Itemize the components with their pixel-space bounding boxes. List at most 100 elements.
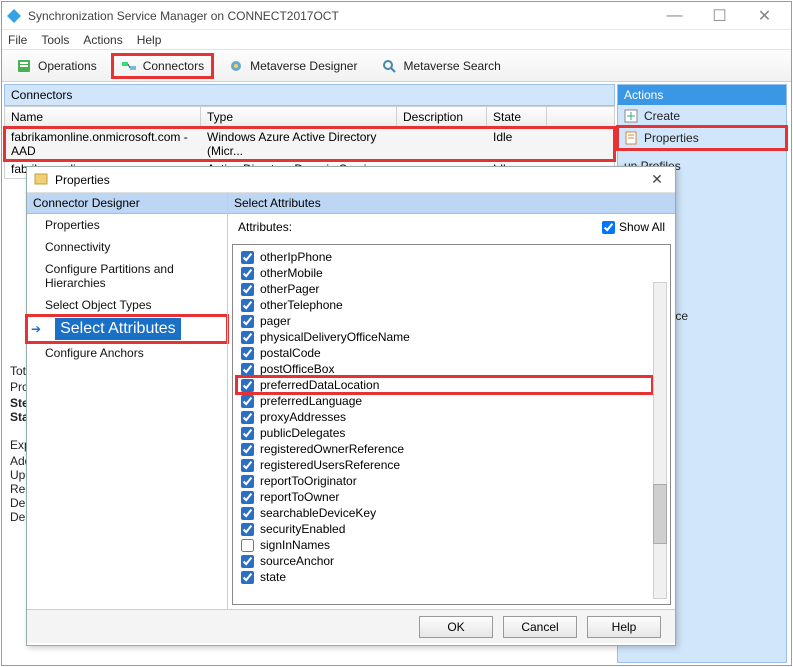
attribute-item[interactable]: registeredUsersReference: [237, 457, 652, 473]
attribute-label: proxyAddresses: [260, 410, 346, 424]
attribute-item[interactable]: proxyAddresses: [237, 409, 652, 425]
attribute-item[interactable]: preferredLanguage: [237, 393, 652, 409]
col-type[interactable]: Type: [201, 107, 397, 127]
attribute-label: postalCode: [260, 346, 321, 360]
designer-object-types[interactable]: Select Object Types: [27, 294, 227, 316]
attribute-checkbox[interactable]: [241, 571, 254, 584]
designer-connectivity[interactable]: Connectivity: [27, 236, 227, 258]
dialog-title: Properties: [55, 173, 645, 187]
attribute-checkbox[interactable]: [241, 539, 254, 552]
attribute-label: otherMobile: [260, 266, 323, 280]
menu-help[interactable]: Help: [137, 33, 162, 47]
operations-icon: [16, 58, 32, 74]
menu-tools[interactable]: Tools: [41, 33, 69, 47]
attribute-label: otherTelephone: [260, 298, 343, 312]
attribute-item[interactable]: reportToOriginator: [237, 473, 652, 489]
attribute-checkbox[interactable]: [241, 347, 254, 360]
attribute-checkbox[interactable]: [241, 395, 254, 408]
attribute-item[interactable]: postalCode: [237, 345, 652, 361]
connectors-button[interactable]: Connectors: [113, 55, 212, 77]
attribute-item[interactable]: signInNames: [237, 537, 652, 553]
properties-dialog: Properties ✕ Connector Designer Properti…: [26, 166, 676, 646]
attribute-checkbox[interactable]: [241, 299, 254, 312]
arrow-icon: ➔: [31, 322, 41, 336]
attribute-item[interactable]: reportToOwner: [237, 489, 652, 505]
attribute-checkbox[interactable]: [241, 283, 254, 296]
cancel-button[interactable]: Cancel: [503, 616, 577, 638]
col-desc[interactable]: Description: [397, 107, 487, 127]
scrollbar-track[interactable]: [653, 282, 667, 599]
connectors-icon: [121, 58, 137, 74]
metaverse-designer-button[interactable]: Metaverse Designer: [220, 55, 365, 77]
table-row[interactable]: fabrikamonline.onmicrosoft.com - AAD Win…: [5, 128, 614, 160]
attribute-checkbox[interactable]: [241, 251, 254, 264]
minimize-button[interactable]: —: [652, 4, 697, 28]
menubar: File Tools Actions Help: [2, 30, 791, 50]
ok-button[interactable]: OK: [419, 616, 493, 638]
attribute-checkbox[interactable]: [241, 443, 254, 456]
designer-configure-anchors[interactable]: Configure Anchors: [27, 342, 227, 364]
attribute-label: publicDelegates: [260, 426, 345, 440]
action-create[interactable]: Create: [618, 105, 786, 127]
attribute-item[interactable]: otherPager: [237, 281, 652, 297]
attribute-label: physicalDeliveryOfficeName: [260, 330, 410, 344]
attribute-item[interactable]: sourceAnchor: [237, 553, 652, 569]
attribute-checkbox[interactable]: [241, 555, 254, 568]
col-state[interactable]: State: [487, 107, 547, 127]
toolbar: Operations Connectors Metaverse Designer…: [2, 50, 791, 82]
attribute-label: preferredLanguage: [260, 394, 362, 408]
attribute-item[interactable]: registeredOwnerReference: [237, 441, 652, 457]
properties-icon: [624, 131, 638, 145]
attribute-label: pager: [260, 314, 291, 328]
menu-file[interactable]: File: [8, 33, 27, 47]
attribute-item[interactable]: physicalDeliveryOfficeName: [237, 329, 652, 345]
attribute-item[interactable]: otherMobile: [237, 265, 652, 281]
maximize-button[interactable]: ☐: [697, 4, 742, 28]
attribute-label: searchableDeviceKey: [260, 506, 376, 520]
attribute-checkbox[interactable]: [241, 379, 254, 392]
attribute-checkbox[interactable]: [241, 427, 254, 440]
attribute-label: registeredOwnerReference: [260, 442, 404, 456]
attribute-checkbox[interactable]: [241, 459, 254, 472]
attribute-item[interactable]: otherTelephone: [237, 297, 652, 313]
attribute-item[interactable]: publicDelegates: [237, 425, 652, 441]
action-properties[interactable]: Properties: [618, 127, 786, 149]
designer-properties[interactable]: Properties: [27, 214, 227, 236]
help-button[interactable]: Help: [587, 616, 661, 638]
attribute-item[interactable]: state: [237, 569, 652, 585]
attribute-item[interactable]: otherIpPhone: [237, 249, 652, 265]
attribute-label: state: [260, 570, 286, 584]
attributes-list[interactable]: otherIpPhoneotherMobile otherPager otherTe…: [232, 244, 671, 605]
connectors-panel-header: Connectors: [4, 84, 615, 106]
dialog-close-button[interactable]: ✕: [645, 171, 669, 188]
metaverse-search-button[interactable]: Metaverse Search: [373, 55, 508, 77]
attribute-checkbox[interactable]: [241, 475, 254, 488]
attribute-checkbox[interactable]: [241, 267, 254, 280]
attribute-item[interactable]: pager: [237, 313, 652, 329]
attribute-label: registeredUsersReference: [260, 458, 400, 472]
close-button[interactable]: ✕: [742, 4, 787, 28]
attribute-checkbox[interactable]: [241, 331, 254, 344]
attribute-checkbox[interactable]: [241, 523, 254, 536]
attribute-checkbox[interactable]: [241, 363, 254, 376]
attribute-item[interactable]: postOfficeBox: [237, 361, 652, 377]
attribute-checkbox[interactable]: [241, 315, 254, 328]
attribute-item[interactable]: searchableDeviceKey: [237, 505, 652, 521]
metaverse-search-icon: [381, 58, 397, 74]
designer-select-attributes[interactable]: Select Attributes: [55, 318, 181, 340]
menu-actions[interactable]: Actions: [83, 33, 122, 47]
col-name[interactable]: Name: [5, 107, 201, 127]
operations-button[interactable]: Operations: [8, 55, 105, 77]
show-all-checkbox[interactable]: Show All: [602, 220, 665, 234]
attribute-item[interactable]: securityEnabled: [237, 521, 652, 537]
attribute-label: otherPager: [260, 282, 319, 296]
attribute-checkbox[interactable]: [241, 507, 254, 520]
attribute-checkbox[interactable]: [241, 491, 254, 504]
attribute-item[interactable]: preferredDataLocation: [237, 377, 652, 393]
app-icon: [6, 8, 22, 24]
attribute-label: sourceAnchor: [260, 554, 334, 568]
create-icon: [624, 109, 638, 123]
scrollbar-thumb[interactable]: [653, 484, 667, 544]
designer-partitions[interactable]: Configure Partitions and Hierarchies: [27, 258, 227, 294]
attribute-checkbox[interactable]: [241, 411, 254, 424]
